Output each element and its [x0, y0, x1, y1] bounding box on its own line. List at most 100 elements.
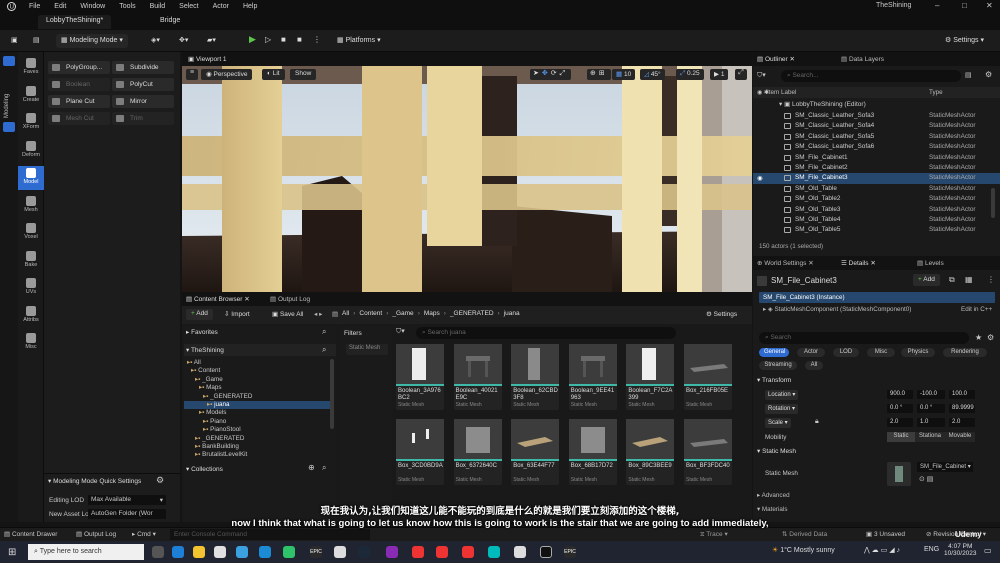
asset-tile[interactable]: Box_BF3FDC40 Static Mesh: [684, 419, 732, 485]
category-uvs[interactable]: UVs: [18, 276, 44, 300]
asset-tile[interactable]: Boolean_3A976BC2 Static Mesh: [396, 344, 444, 410]
coordinate-tools[interactable]: ⊕⊞: [587, 69, 611, 80]
menu-edit[interactable]: Edit: [47, 3, 73, 10]
asset-tile[interactable]: Box_6372640C Static Mesh: [453, 419, 502, 485]
menu-actor[interactable]: Actor: [206, 3, 236, 10]
rotation-dropdown[interactable]: Rotation ▾: [765, 404, 799, 414]
folder-tree-item[interactable]: ▸▪ Piano: [184, 418, 330, 426]
visibility-eye-icon[interactable]: ◉: [757, 174, 763, 182]
apple-music-icon[interactable]: [283, 546, 295, 558]
folder-icon[interactable]: ▤: [332, 310, 338, 318]
outliner-row[interactable]: SM_File_Cabinet2 StaticMeshActor: [753, 163, 1000, 173]
category-attribs[interactable]: Attribs: [18, 304, 44, 328]
media-icon[interactable]: [334, 546, 346, 558]
category-misc[interactable]: Misc: [18, 331, 44, 355]
category-deform[interactable]: Deform: [18, 139, 44, 163]
close-icon[interactable]: ✕: [244, 296, 249, 303]
scale-icon[interactable]: ⤢: [560, 70, 569, 77]
folder-tree-item[interactable]: ▸▪ All: [184, 359, 330, 367]
show-button[interactable]: Show: [290, 69, 317, 80]
component-row[interactable]: ▸ ◈ StaticMeshComponent (StaticMeshCompo…: [763, 306, 911, 313]
maximize-viewport-icon[interactable]: ⤢: [735, 69, 747, 80]
tool-boolean[interactable]: Boolean: [48, 78, 110, 91]
filter-lod[interactable]: LOD: [833, 348, 859, 357]
viewport-scene[interactable]: ≡ ◉ Perspective ◐ Lit Show ➤✥⟳⤢ ⊕⊞ ▦ 10 …: [182, 66, 752, 292]
edge-icon[interactable]: [259, 546, 271, 558]
tool-plane-cut[interactable]: Plane Cut: [48, 95, 110, 108]
outliner-scrollbar[interactable]: [991, 188, 995, 218]
edit-cpp-link[interactable]: Edit in C++: [961, 306, 992, 313]
scale-y-field[interactable]: 1.0: [917, 418, 945, 427]
add-collection-icon[interactable]: ⊕: [308, 463, 315, 472]
mode-dropdown[interactable]: ▦ Modeling Mode ▾: [56, 34, 128, 48]
app-icon[interactable]: [386, 546, 398, 558]
cb-settings-button[interactable]: ⚙ Settings: [706, 310, 737, 318]
outliner-row[interactable]: SM_Classic_Leather_Sofa3 StaticMeshActor: [753, 111, 1000, 121]
asset-tile[interactable]: Box_3CD0BD9A Static Mesh: [396, 419, 444, 485]
mesh-thumbnail[interactable]: [887, 462, 911, 486]
location-dropdown[interactable]: Location ▾: [765, 390, 799, 400]
unreal-engine-icon[interactable]: [540, 546, 552, 558]
outliner-row[interactable]: SM_Old_Table StaticMeshActor: [753, 184, 1000, 194]
category-create[interactable]: Create: [18, 84, 44, 108]
windows-search-app-icon[interactable]: [172, 546, 184, 558]
star-icon[interactable]: ★: [975, 333, 982, 342]
epic-games-icon[interactable]: EPIC: [564, 546, 576, 558]
breadcrumb-item[interactable]: _GENERATED: [450, 310, 494, 317]
advanced-section[interactable]: ▸ Advanced: [757, 492, 790, 499]
cmd-dropdown[interactable]: ▸ Cmd ▾: [132, 530, 156, 538]
angle-snap-button[interactable]: ◿ 45°: [640, 69, 665, 80]
minimize-icon[interactable]: –: [935, 1, 939, 10]
unreal-logo-icon[interactable]: U: [0, 0, 22, 12]
grid-snap-button[interactable]: ▦ 10: [612, 69, 636, 80]
viewport-tab[interactable]: ▣ Viewport 1: [188, 55, 227, 63]
tab-bridge[interactable]: Bridge: [152, 15, 188, 29]
chrome-icon[interactable]: [462, 546, 474, 558]
perspective-button[interactable]: ◉ Perspective: [201, 69, 253, 80]
task-view-icon[interactable]: [152, 546, 164, 558]
pause-icon[interactable]: ■: [276, 33, 291, 47]
content-drawer-button[interactable]: ▤ Content Drawer: [4, 530, 57, 538]
import-button[interactable]: ⇩ Import: [224, 310, 250, 318]
play-options-icon[interactable]: ▷: [260, 33, 276, 47]
cinematics-icon[interactable]: ▰▾: [202, 34, 221, 48]
col-type[interactable]: Type: [929, 89, 943, 96]
tray-icons[interactable]: ⋀ ☁ ▭ ◢ ♪: [864, 546, 900, 554]
platforms-button[interactable]: ▦ Platforms ▾: [332, 34, 386, 48]
location-y-field[interactable]: -100.0: [917, 390, 945, 399]
rotate-icon[interactable]: ⟳: [551, 70, 560, 77]
mobility-movable[interactable]: Movable: [945, 432, 975, 442]
folder-tree-item[interactable]: ▸▪ PianoStool: [184, 426, 330, 434]
filter-actor[interactable]: Actor: [797, 348, 825, 357]
play-icon[interactable]: ▶: [244, 32, 261, 46]
tree-scrollbar[interactable]: [330, 359, 334, 429]
more-play-icon[interactable]: ⋮: [308, 33, 326, 47]
camera-speed-button[interactable]: ▶ 1: [710, 69, 729, 80]
app-icon[interactable]: [488, 546, 500, 558]
outliner-row[interactable]: ◉ SM_File_Cabinet3 StaticMeshActor: [753, 173, 1000, 184]
col-item-label[interactable]: Item Label: [767, 89, 796, 96]
outliner-search-input[interactable]: ⌕ Search...: [781, 70, 961, 82]
filter-rendering[interactable]: Rendering: [943, 348, 987, 357]
filter-all[interactable]: All: [805, 361, 823, 370]
trace-button[interactable]: ⧖ Trace ▾: [700, 530, 728, 539]
tab-world-settings[interactable]: ⊕ World Settings ✕: [757, 259, 814, 267]
category-xform[interactable]: XForm: [18, 111, 44, 135]
category-voxel[interactable]: Voxel: [18, 221, 44, 245]
outliner-row[interactable]: SM_Classic_Leather_Sofa4 StaticMeshActor: [753, 121, 1000, 131]
search-icon[interactable]: ⌕: [322, 327, 326, 337]
output-log-button[interactable]: ▤ Output Log: [76, 530, 116, 538]
details-search-input[interactable]: ⌕ Search: [759, 332, 969, 344]
scale-dropdown[interactable]: Scale ▾: [765, 418, 791, 428]
tool-subdivide[interactable]: Subdivide: [112, 61, 174, 74]
close-icon[interactable]: ✕: [870, 260, 875, 267]
notification-icon[interactable]: ▭: [984, 546, 992, 555]
save-icon[interactable]: ▣: [6, 34, 23, 48]
breadcrumb-item[interactable]: juana: [504, 310, 520, 317]
asset-tile[interactable]: Boolean_9EE41963 Static Mesh: [568, 344, 617, 410]
lit-button[interactable]: ◐ Lit: [262, 69, 285, 80]
console-input[interactable]: Enter Console Command: [170, 529, 370, 540]
folder-tree-item[interactable]: ▸▪ _GENERATED: [184, 435, 330, 443]
close-icon[interactable]: ✕: [790, 56, 795, 63]
folder-tree-item[interactable]: ▸▪ BankBuilding: [184, 443, 330, 451]
